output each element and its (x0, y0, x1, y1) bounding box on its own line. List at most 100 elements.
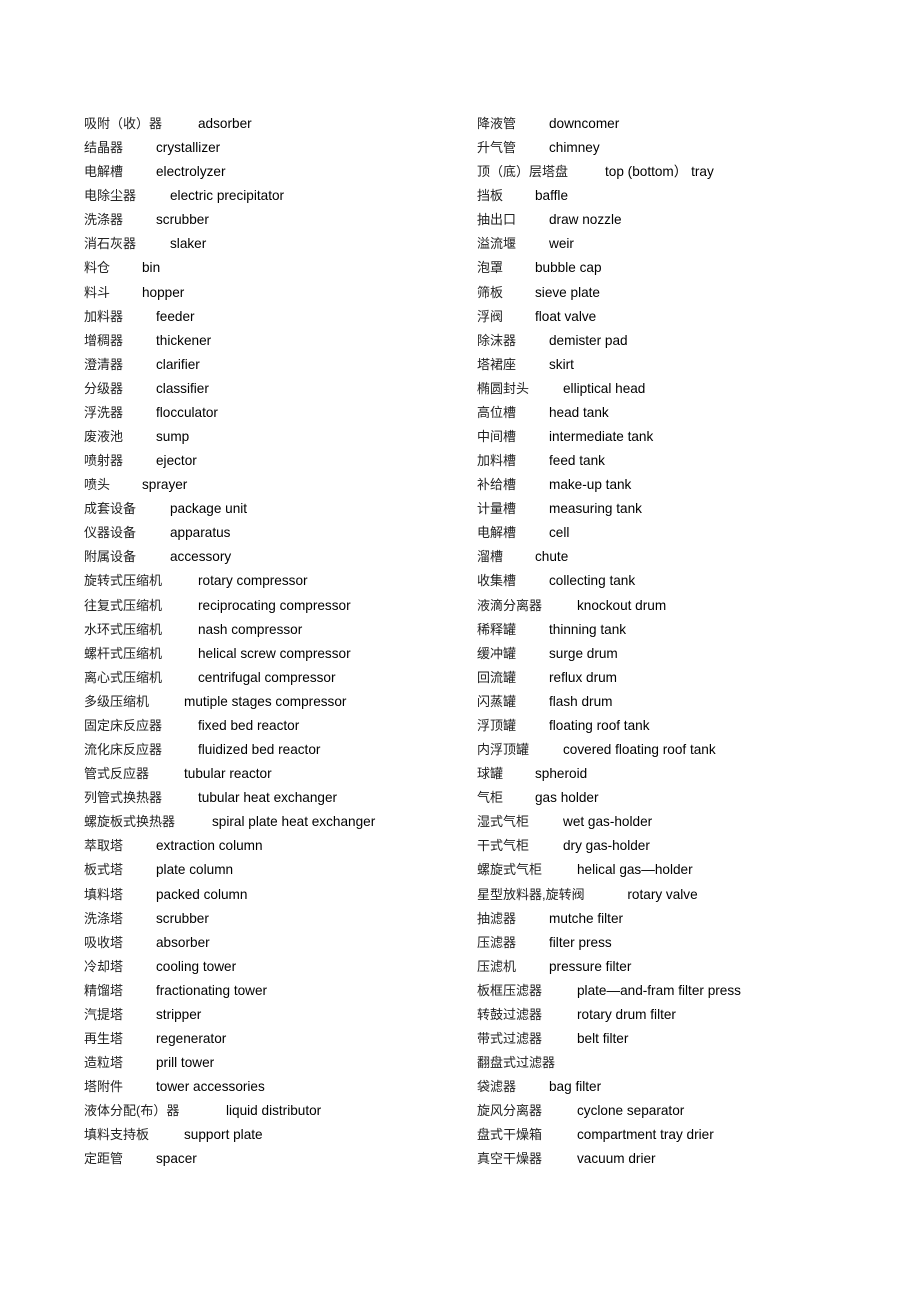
chinese-term: 冷却塔 (84, 958, 124, 974)
glossary-entry: 袋滤器 bag filter (477, 1075, 741, 1099)
english-term: rotary valve (627, 886, 698, 902)
glossary-entry: 塔裙座 skirt (477, 353, 741, 377)
chinese-term: 闪蒸罐 (477, 693, 517, 709)
english-term: fixed bed reactor (198, 717, 300, 733)
chinese-term: 塔裙座 (477, 356, 517, 372)
chinese-term: 星型放料器,旋转阀 (477, 886, 585, 902)
chinese-term: 成套设备 (84, 501, 137, 517)
english-term: liquid distributor (226, 1103, 322, 1119)
glossary-entry: 压滤器 filter press (477, 931, 741, 955)
glossary-entry: 电解槽 electrolyzer (84, 160, 375, 184)
chinese-term: 浮阀 (477, 308, 504, 324)
glossary-entry: 干式气柜 dry gas-holder (477, 834, 741, 858)
english-term: wet gas-holder (563, 814, 653, 830)
english-term: cell (549, 525, 570, 541)
english-term: flash drum (549, 693, 613, 709)
chinese-term: 料仓 (84, 260, 111, 276)
glossary-entry: 结晶器 crystallizer (84, 136, 375, 160)
english-term: tubular heat exchanger (198, 790, 338, 806)
glossary-entry: 抽出口 draw nozzle (477, 208, 741, 232)
chinese-term: 溢流堰 (477, 236, 517, 252)
glossary-entry: 精馏塔 fractionating tower (84, 979, 375, 1003)
english-term: prill tower (156, 1055, 215, 1071)
chinese-term: 回流罐 (477, 669, 517, 685)
chinese-term: 往复式压缩机 (84, 597, 163, 613)
chinese-term: 加料槽 (477, 453, 517, 469)
glossary-entry: 计量槽 measuring tank (477, 497, 741, 521)
chinese-term: 加料器 (84, 308, 124, 324)
glossary-entry: 闪蒸罐 flash drum (477, 690, 741, 714)
chinese-term: 盘式干燥箱 (477, 1127, 543, 1143)
glossary-entry: 旋转式压缩机 rotary compressor (84, 569, 375, 593)
chinese-term: 喷射器 (84, 453, 124, 469)
english-term: flocculator (156, 404, 218, 420)
glossary-entry: 加料器 feeder (84, 305, 375, 329)
glossary-entry: 真空干燥器 vacuum drier (477, 1147, 741, 1171)
english-term: bin (142, 260, 161, 276)
glossary-entry: 板式塔 plate column (84, 858, 375, 882)
glossary-entry: 补给槽 make-up tank (477, 473, 741, 497)
glossary-entry: 附属设备 accessory (84, 545, 375, 569)
glossary-entry: 盘式干燥箱 compartment tray drier (477, 1123, 741, 1147)
glossary-entry: 收集槽 collecting tank (477, 569, 741, 593)
english-term: regenerator (156, 1030, 227, 1046)
glossary-entry: 仪器设备 apparatus (84, 521, 375, 545)
english-term: sieve plate (535, 284, 600, 300)
english-term: pressure filter (549, 958, 632, 974)
chinese-term: 收集槽 (477, 573, 517, 589)
chinese-term: 气柜 (477, 790, 504, 806)
glossary-entry: 洗涤器 scrubber (84, 208, 375, 232)
english-term: knockout drum (577, 597, 667, 613)
glossary-entry: 气柜 gas holder (477, 786, 741, 810)
glossary-entry: 翻盘式过滤器 (477, 1051, 741, 1075)
glossary-entry: 料仓 bin (84, 256, 375, 280)
chinese-term: 塔附件 (84, 1079, 124, 1095)
english-term: dry gas-holder (563, 838, 650, 854)
english-term: feed tank (549, 453, 605, 469)
chinese-term: 椭圆封头 (477, 380, 530, 396)
glossary-entry: 顶（底）层塔盘 top (bottom） tray (477, 160, 741, 184)
chinese-term: 稀释罐 (477, 621, 517, 637)
english-term: packed column (156, 886, 248, 902)
english-term: sump (156, 429, 190, 445)
chinese-term: 澄清器 (84, 356, 124, 372)
chinese-term: 流化床反应器 (84, 742, 163, 758)
chinese-term: 列管式换热器 (84, 790, 163, 806)
chinese-term: 料斗 (84, 284, 111, 300)
chinese-term: 多级压缩机 (84, 693, 150, 709)
english-term: mutiple stages compressor (184, 693, 347, 709)
glossary-entry: 螺杆式压缩机 helical screw compressor (84, 642, 375, 666)
english-term: bubble cap (535, 260, 602, 276)
english-term: float valve (535, 308, 597, 324)
chinese-term: 转鼓过滤器 (477, 1006, 543, 1022)
chinese-term: 结晶器 (84, 140, 124, 156)
english-term: tower accessories (156, 1079, 265, 1095)
chinese-term: 萃取塔 (84, 838, 124, 854)
glossary-entry: 中间槽 intermediate tank (477, 425, 741, 449)
english-term: hopper (142, 284, 185, 300)
chinese-term: 旋风分离器 (477, 1103, 543, 1119)
glossary-entry: 浮顶罐 floating roof tank (477, 714, 741, 738)
glossary-entry: 列管式换热器 tubular heat exchanger (84, 786, 375, 810)
glossary-entry: 湿式气柜 wet gas-holder (477, 810, 741, 834)
chinese-term: 汽提塔 (84, 1006, 124, 1022)
english-term: elliptical head (563, 380, 646, 396)
glossary-entry: 再生塔 regenerator (84, 1027, 375, 1051)
english-term: chute (535, 549, 569, 565)
chinese-term: 洗涤器 (84, 212, 124, 228)
chinese-term: 补给槽 (477, 477, 517, 493)
chinese-term: 螺旋板式换热器 (84, 814, 176, 830)
glossary-entry: 螺旋板式换热器 spiral plate heat exchanger (84, 810, 375, 834)
glossary-entry: 缓冲罐 surge drum (477, 642, 741, 666)
chinese-term: 水环式压缩机 (84, 621, 163, 637)
chinese-term: 再生塔 (84, 1030, 124, 1046)
chinese-term: 压滤器 (477, 934, 517, 950)
english-term: absorber (156, 934, 210, 950)
english-term: make-up tank (549, 477, 632, 493)
chinese-term: 管式反应器 (84, 766, 150, 782)
glossary-entry: 定距管 spacer (84, 1147, 375, 1171)
glossary-entry: 固定床反应器 fixed bed reactor (84, 714, 375, 738)
glossary-entry: 泡罩 bubble cap (477, 256, 741, 280)
glossary-entry: 冷却塔 cooling tower (84, 955, 375, 979)
english-term: plate column (156, 862, 234, 878)
